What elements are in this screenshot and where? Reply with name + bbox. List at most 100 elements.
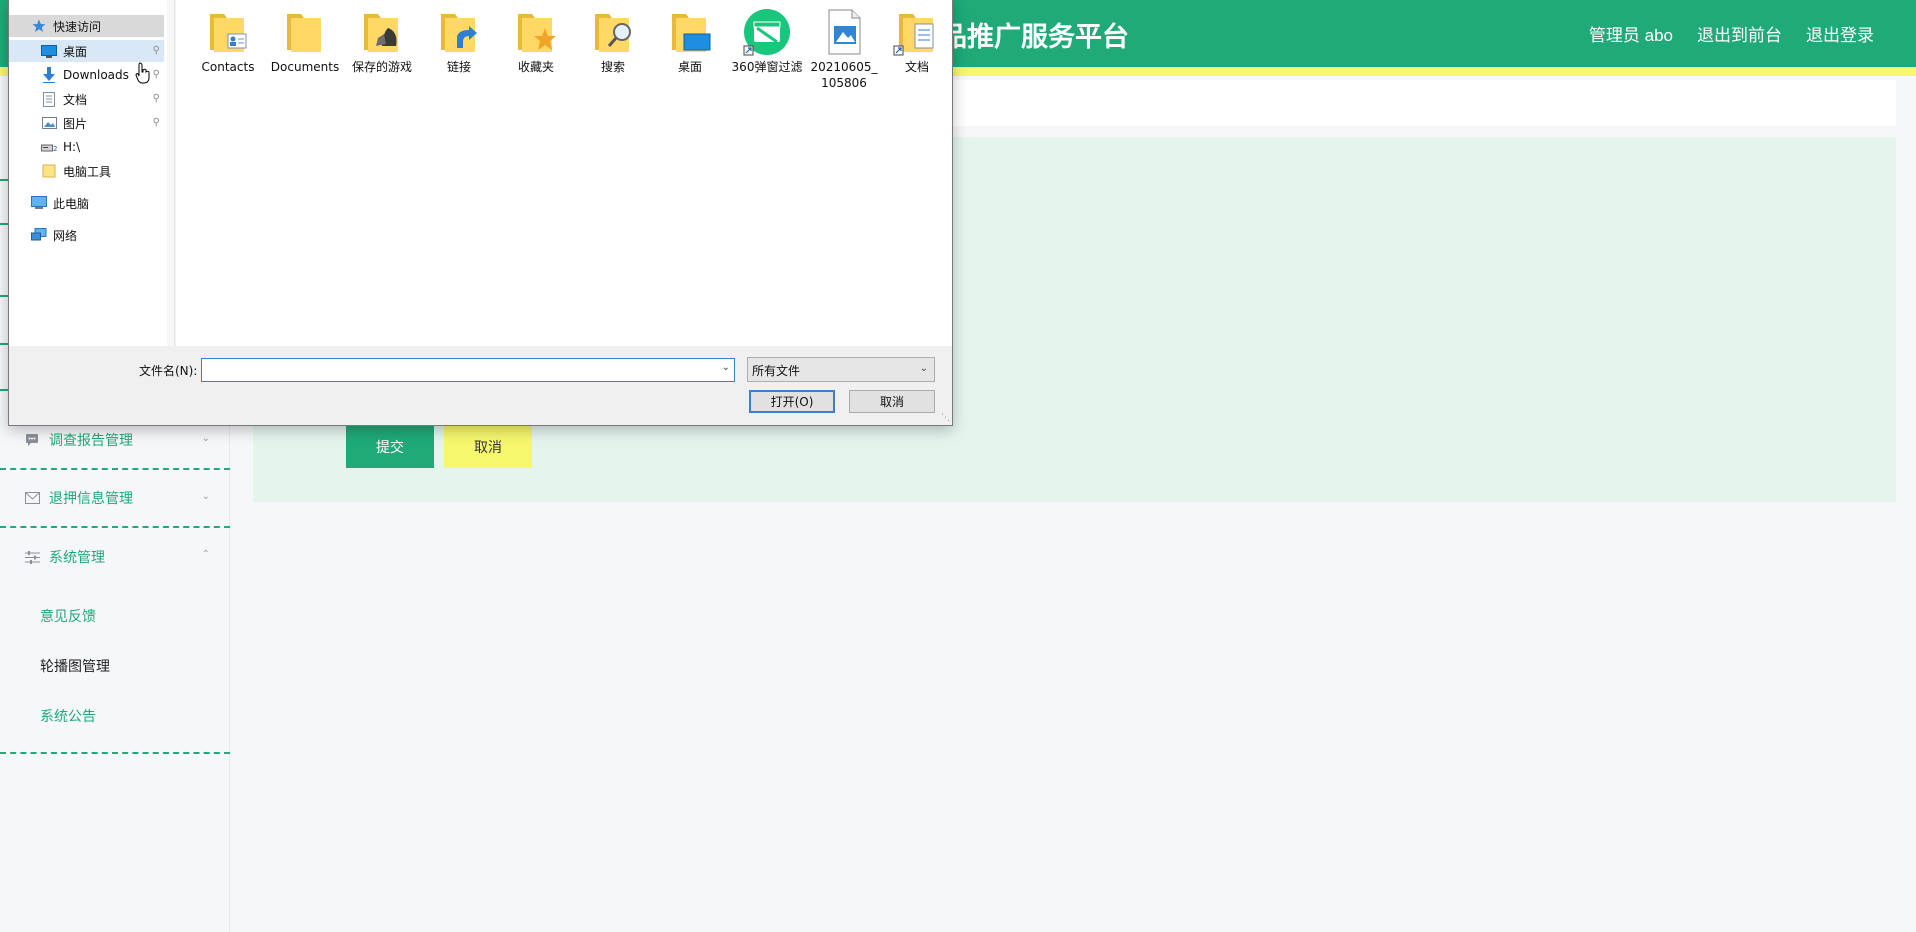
logout-link[interactable]: 退出登录 xyxy=(1806,21,1874,46)
pin-icon: ⚲ xyxy=(152,93,160,104)
system-submenu: 意见反馈 轮播图管理 系统公告 xyxy=(0,586,230,754)
file-label: 文档 xyxy=(904,60,929,74)
file-item-contacts[interactable]: Contacts xyxy=(192,8,264,75)
sidebar-item-carousel[interactable]: 轮播图管理 xyxy=(0,642,230,692)
file-label: Documents xyxy=(270,60,340,74)
image-file-icon xyxy=(820,8,868,56)
file-item-popup-filter[interactable]: 360弹窗过滤 xyxy=(731,8,803,75)
sidebar-menu: 调查报告管理 ⌄ 退押信息管理 ⌄ 系统管理 ⌃ 意见反馈 轮播图管理 系统公告 xyxy=(0,412,230,754)
file-item-links[interactable]: 链接 xyxy=(423,8,495,75)
exit-to-frontend-link[interactable]: 退出到前台 xyxy=(1697,21,1782,46)
sidebar-divider-tick xyxy=(0,389,8,391)
mail-icon xyxy=(24,490,40,506)
file-label: 20210605_105806 xyxy=(810,60,878,90)
top-nav-links: 管理员 abo 退出到前台 退出登录 xyxy=(1589,21,1874,46)
network-icon xyxy=(31,227,47,243)
filename-input[interactable] xyxy=(202,359,702,381)
nav-label: 图片 xyxy=(63,116,88,131)
nav-label: 文档 xyxy=(63,92,88,107)
file-item-documents-shortcut[interactable]: 文档 xyxy=(885,8,949,75)
sidebar-divider-tick xyxy=(0,295,8,297)
resize-grip-icon[interactable]: ⋱ xyxy=(941,412,950,423)
file-label: 收藏夹 xyxy=(517,60,554,74)
hand-pointer-cursor-icon xyxy=(135,62,151,84)
desktop-folder-icon xyxy=(666,8,714,56)
links-folder-icon xyxy=(435,8,483,56)
sidebar-divider-tick xyxy=(0,223,8,225)
nav-label: 网络 xyxy=(53,228,78,243)
chat-icon xyxy=(24,432,40,448)
document-icon xyxy=(41,91,57,107)
nav-label: 电脑工具 xyxy=(63,164,112,179)
menu-group-deposit-refund[interactable]: 退押信息管理 ⌄ xyxy=(0,470,230,528)
file-item-desktop[interactable]: 桌面 xyxy=(654,8,726,75)
drive-icon: 2 xyxy=(41,139,57,155)
sliders-icon xyxy=(24,549,40,565)
nav-label: Downloads xyxy=(63,68,129,82)
nav-item-drive-h[interactable]: 2 H:\ xyxy=(9,136,164,158)
file-item-documents[interactable]: Documents xyxy=(269,8,341,75)
file-label: Contacts xyxy=(201,60,255,74)
file-item-favorites[interactable]: 收藏夹 xyxy=(500,8,572,75)
file-list-pane: Contacts Documents 保存的游戏 链接 收藏夹 搜索 桌面 36… xyxy=(176,0,952,346)
file-item-search[interactable]: 搜索 xyxy=(577,8,649,75)
nav-label: H:\ xyxy=(63,140,81,154)
filetype-value: 所有文件 xyxy=(752,364,801,378)
computer-icon xyxy=(31,195,47,211)
pin-icon: ⚲ xyxy=(152,69,160,80)
form-cancel-button[interactable]: 取消 xyxy=(444,425,532,468)
nav-item-documents[interactable]: 文档 ⚲ xyxy=(9,88,164,110)
favorites-folder-icon xyxy=(512,8,560,56)
saved-games-folder-icon xyxy=(358,8,406,56)
folder-icon xyxy=(281,8,329,56)
nav-this-pc[interactable]: 此电脑 xyxy=(9,192,164,214)
menu-group-label: 调查报告管理 xyxy=(49,433,133,449)
sidebar-item-announcement[interactable]: 系统公告 xyxy=(0,692,230,742)
picture-icon xyxy=(41,115,57,131)
folder-icon xyxy=(41,163,57,179)
navigation-pane: 快速访问 桌面 ⚲ Downloads ⚲ 文档 ⚲ 图片 ⚲ 2 H:\ 电脑… xyxy=(9,0,167,346)
file-label: 链接 xyxy=(446,60,471,74)
app-title: 品推广服务平台 xyxy=(940,22,1129,53)
navigation-pane-scrollbar[interactable] xyxy=(167,0,175,346)
documents-shortcut-icon xyxy=(893,8,941,56)
popup-filter-shortcut-icon xyxy=(743,8,791,56)
chevron-down-icon: ⌄ xyxy=(919,363,928,374)
sidebar-divider-tick xyxy=(0,343,8,345)
star-icon xyxy=(31,18,47,34)
open-button[interactable]: 打开(O) xyxy=(749,390,835,413)
dialog-cancel-button[interactable]: 取消 xyxy=(849,390,935,413)
file-label: 保存的游戏 xyxy=(351,60,412,74)
submit-button[interactable]: 提交 xyxy=(346,425,434,468)
chevron-down-icon: ⌄ xyxy=(201,433,210,444)
nav-network[interactable]: 网络 xyxy=(9,224,164,246)
nav-label: 快速访问 xyxy=(53,19,102,34)
contacts-folder-icon xyxy=(204,8,252,56)
nav-item-desktop[interactable]: 桌面 ⚲ xyxy=(9,40,164,62)
pin-icon: ⚲ xyxy=(152,45,160,56)
nav-item-pictures[interactable]: 图片 ⚲ xyxy=(9,112,164,134)
search-folder-icon xyxy=(589,8,637,56)
menu-group-label: 系统管理 xyxy=(49,550,105,566)
file-label: 搜索 xyxy=(600,60,625,74)
admin-user-link[interactable]: 管理员 abo xyxy=(1589,21,1673,46)
chevron-up-icon: ⌃ xyxy=(201,549,210,560)
file-label: 桌面 xyxy=(677,60,702,74)
sidebar-divider-tick xyxy=(0,179,8,181)
filetype-select[interactable]: 所有文件 ⌄ xyxy=(747,357,935,382)
filename-label: 文件名(N): xyxy=(139,364,198,378)
nav-label: 桌面 xyxy=(63,44,88,59)
sidebar-item-feedback[interactable]: 意见反馈 xyxy=(0,592,230,642)
file-item-saved-games[interactable]: 保存的游戏 xyxy=(346,8,418,75)
menu-group-system[interactable]: 系统管理 ⌃ xyxy=(0,528,230,586)
menu-group-label: 退押信息管理 xyxy=(49,491,133,507)
file-item-image-20210605[interactable]: 20210605_105806 xyxy=(808,8,880,91)
svg-text:2: 2 xyxy=(53,145,57,152)
chevron-down-icon[interactable]: ⌄ xyxy=(722,362,730,373)
nav-item-pc-tools[interactable]: 电脑工具 xyxy=(9,160,164,182)
filename-combobox[interactable]: ⌄ xyxy=(201,358,735,382)
file-label: 360弹窗过滤 xyxy=(731,60,803,74)
desktop-icon xyxy=(41,43,57,59)
nav-label: 此电脑 xyxy=(53,196,90,211)
nav-quick-access[interactable]: 快速访问 xyxy=(9,15,164,37)
